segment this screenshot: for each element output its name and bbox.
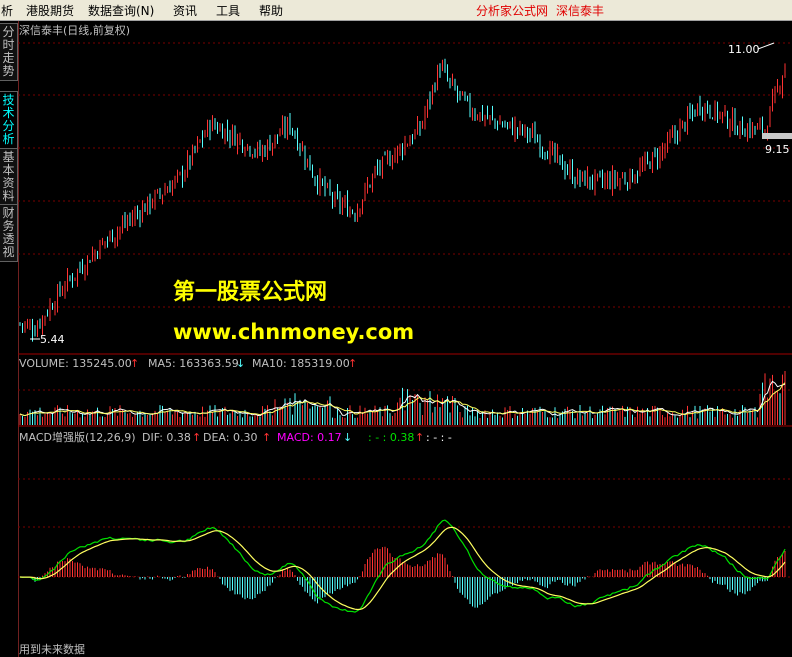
tab-financials[interactable]: 财务透视 (0, 204, 18, 262)
last-price-label: 9.15 (765, 143, 790, 156)
macd-footer-label: 用到未来数据 (19, 642, 85, 656)
macd-extra-arrow: ↑ (415, 431, 424, 444)
high-price-arrow (757, 42, 775, 50)
volume-bars (19, 371, 786, 425)
menu-item-news[interactable]: 资讯 (173, 2, 197, 19)
volume-ma10-arrow: ↑ (348, 357, 357, 370)
volume-label: VOLUME: 135245.00 (19, 357, 132, 370)
sidebar: 分时走势 技术分析 基本资料 财务透视 (0, 21, 19, 657)
watermark-title: 第一股票公式网 (173, 279, 327, 305)
menu-title: 分析家公式网 (476, 4, 549, 18)
macd-extra-label-2: : - : - (426, 431, 452, 444)
volume-ma5-label: MA5: 163363.59 (148, 357, 239, 370)
tab-technical-analysis[interactable]: 技术分析 (0, 91, 18, 149)
main-panel-header: 深信泰丰(日线,前复权) (19, 23, 130, 37)
volume-up-arrow: ↑ (130, 357, 139, 370)
macd-dea-label: DEA: 0.30 (203, 431, 257, 444)
macd-dif-label: DIF: 0.38 (142, 431, 191, 444)
last-price-marker (762, 133, 792, 139)
macd-value-arrow: ↓ (343, 431, 352, 444)
tab-fundamentals[interactable]: 基本资料 (0, 148, 18, 206)
macd-dea-arrow: ↑ (262, 431, 271, 444)
chart-area[interactable]: 深信泰丰(日线,前复权) 11.00 5.44 9.15 第一股票公式网 www… (18, 21, 792, 657)
low-price-label: 5.44 (40, 333, 65, 346)
volume-ma10-label: MA10: 185319.00 (252, 357, 350, 370)
menu-bar: 析 港股期货 数据查询(N) 资讯 工具 帮助 分析家公式网 深信泰丰 (0, 0, 792, 21)
price-candles (19, 58, 786, 342)
high-price-label: 11.00 (728, 43, 760, 56)
macd-dif-arrow: ↑ (192, 431, 201, 444)
menu-item-data-query[interactable]: 数据查询(N) (88, 2, 154, 19)
volume-ma5-arrow: ↓ (236, 357, 245, 370)
menu-stock-name: 深信泰丰 (556, 4, 605, 18)
menu-item-tools[interactable]: 工具 (216, 2, 240, 19)
menu-item-analysis[interactable]: 析 (1, 2, 13, 19)
watermark-url: www.chnmoney.com (173, 320, 414, 344)
macd-extra-label-1: : - : 0.38 (368, 431, 414, 444)
macd-value-label: MACD: 0.17 (277, 431, 342, 444)
macd-name-label: MACD增强版(12,26,9) (19, 430, 136, 444)
menu-item-hk-futures[interactable]: 港股期货 (26, 2, 74, 19)
menu-item-help[interactable]: 帮助 (259, 2, 283, 19)
tab-intraday[interactable]: 分时走势 (0, 23, 18, 81)
